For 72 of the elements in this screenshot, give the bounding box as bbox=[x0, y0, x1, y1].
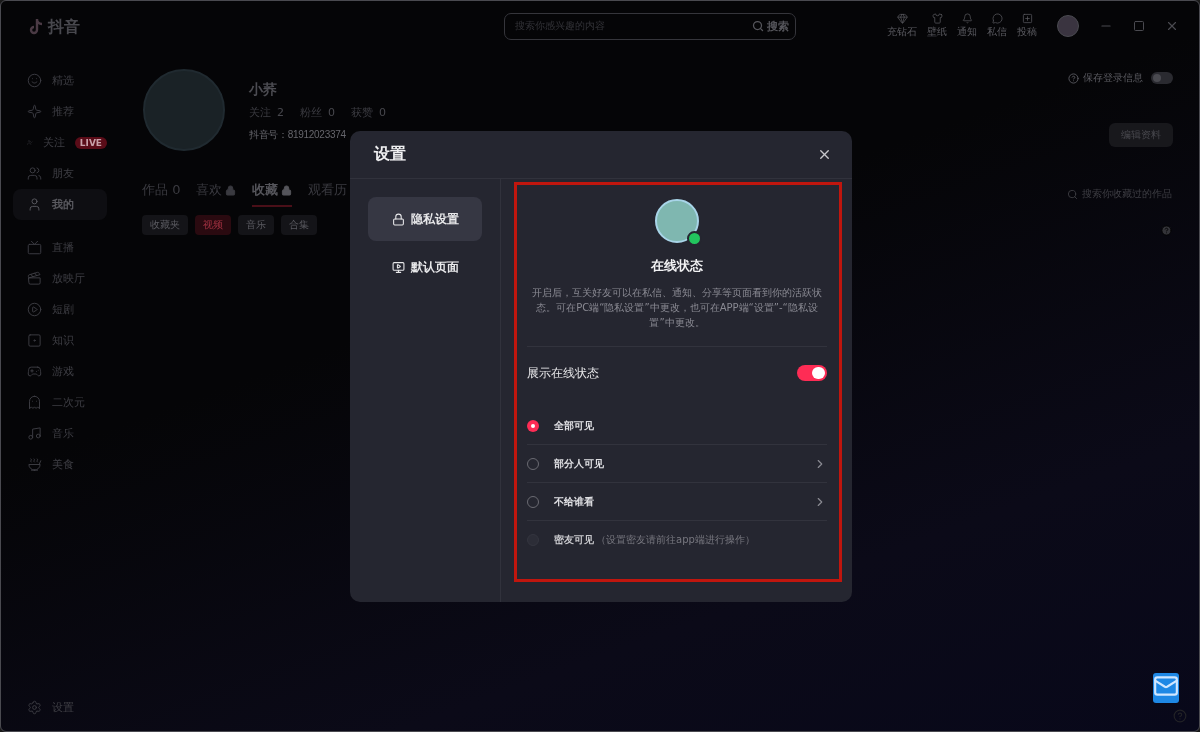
maximize-icon bbox=[1133, 20, 1145, 32]
filter-chip[interactable]: 音乐 bbox=[238, 215, 274, 235]
plus-square-icon bbox=[1021, 13, 1033, 24]
online-status-toggle[interactable] bbox=[797, 364, 827, 382]
option-label: 全部可见 bbox=[554, 418, 594, 433]
bowl-icon bbox=[27, 457, 42, 472]
clapperboard-icon bbox=[27, 271, 42, 286]
lock-icon bbox=[391, 212, 405, 226]
app-logo-text: 抖音 bbox=[48, 16, 80, 38]
option-label: 部分人可见 bbox=[554, 456, 604, 471]
filter-chip[interactable]: 合集 bbox=[281, 215, 317, 235]
lock-icon bbox=[225, 184, 237, 196]
account-id: 抖音号：81912023374 bbox=[249, 128, 347, 142]
toolbar-action[interactable]: 通知 bbox=[957, 13, 977, 39]
envelope-icon bbox=[1153, 673, 1179, 699]
sparkle-icon bbox=[27, 104, 42, 119]
option-label: 密友可见 bbox=[554, 532, 594, 547]
profile-name: 小荞 bbox=[249, 81, 278, 99]
gem-icon bbox=[896, 13, 908, 24]
shirt-icon bbox=[931, 13, 943, 24]
bell-icon bbox=[961, 13, 973, 24]
dialog-close-button[interactable] bbox=[817, 147, 832, 162]
settings-menu-item[interactable]: 隐私设置 bbox=[368, 197, 482, 241]
settings-menu-item[interactable]: 默认页面 bbox=[368, 245, 482, 289]
close-icon bbox=[1165, 19, 1179, 33]
play-screen-icon bbox=[391, 260, 405, 274]
smile-icon bbox=[27, 73, 42, 88]
filter-chip[interactable]: 收藏夹 bbox=[142, 215, 188, 235]
user-avatar[interactable] bbox=[1057, 15, 1079, 37]
sidebar-item[interactable]: 我的 bbox=[13, 189, 107, 220]
square-icon bbox=[27, 333, 42, 348]
stat-value: 2 bbox=[277, 106, 284, 119]
settings-icon bbox=[27, 700, 42, 715]
section-description: 开启后，互关好友可以在私信、通知、分享等页面看到你的活跃状态。可在PC端“隐私设置”中更改，也可在APP端“设置”-“隐私设置”中更改。 bbox=[531, 286, 823, 330]
option-note: （设置密友请前往app端进行操作） bbox=[596, 532, 755, 547]
profile-avatar bbox=[655, 199, 699, 243]
toolbar-action[interactable]: 私信 bbox=[987, 13, 1007, 39]
search-icon bbox=[752, 20, 764, 32]
lock-icon bbox=[281, 184, 293, 196]
toolbar-action[interactable]: 壁纸 bbox=[927, 13, 947, 39]
section-title: 在线状态 bbox=[651, 257, 703, 275]
toolbar-action[interactable]: 充钻石 bbox=[887, 13, 917, 39]
chat-bubble-icon bbox=[991, 13, 1003, 24]
sidebar-item-label: 我的 bbox=[52, 197, 74, 212]
note-logo-icon bbox=[28, 18, 44, 36]
play-icon bbox=[27, 302, 42, 317]
filter-chip[interactable]: 视频 bbox=[195, 215, 231, 235]
mail-widget[interactable] bbox=[1153, 673, 1179, 703]
close-icon bbox=[817, 147, 832, 162]
help-icon[interactable] bbox=[1161, 225, 1172, 236]
option-label: 不给谁看 bbox=[554, 494, 594, 509]
search-button[interactable]: 搜索 bbox=[752, 18, 789, 34]
stat-value: 0 bbox=[379, 106, 386, 119]
profile-tab[interactable]: 收藏 bbox=[252, 181, 293, 207]
close-button[interactable] bbox=[1165, 19, 1179, 33]
users-icon bbox=[27, 166, 42, 181]
save-login-label: 保存登录信息 bbox=[1083, 71, 1143, 85]
search-icon bbox=[1067, 188, 1078, 200]
radio-button[interactable] bbox=[527, 419, 539, 432]
help-icon bbox=[1068, 72, 1079, 84]
toggle-label: 展示在线状态 bbox=[527, 364, 599, 382]
maximize-button[interactable] bbox=[1133, 20, 1145, 32]
live-badge: LIVE bbox=[74, 136, 107, 149]
music-note-icon bbox=[27, 426, 42, 441]
dialog-title: 设置 bbox=[374, 144, 406, 165]
toolbar-action[interactable]: 投稿 bbox=[1017, 13, 1037, 39]
tv-icon bbox=[27, 240, 42, 255]
stat-value: 0 bbox=[328, 106, 335, 119]
ghost-icon bbox=[27, 395, 42, 410]
gamepad-icon bbox=[27, 364, 42, 379]
save-login-toggle[interactable] bbox=[1151, 71, 1173, 85]
user-icon bbox=[27, 197, 42, 212]
